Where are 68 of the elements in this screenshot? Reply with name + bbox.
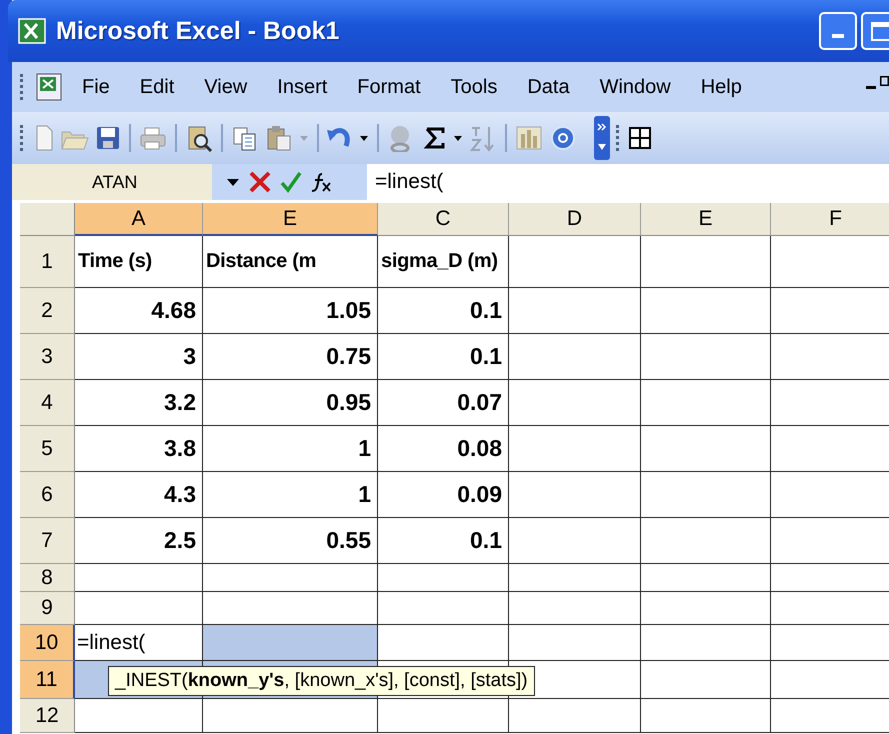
table-cell: 3.2: [75, 380, 203, 426]
column-header[interactable]: D: [509, 203, 641, 236]
restore-icon[interactable]: [880, 76, 889, 86]
column-header[interactable]: E: [203, 203, 378, 236]
column-header[interactable]: F: [771, 203, 889, 236]
row-header[interactable]: 3: [20, 334, 75, 380]
row-header[interactable]: 7: [20, 518, 75, 564]
select-all-button[interactable]: [20, 203, 75, 236]
menu-item[interactable]: Data: [515, 72, 582, 102]
maximize-icon: [870, 20, 889, 42]
row-header[interactable]: 6: [20, 472, 75, 518]
toolbar-options-button[interactable]: [594, 116, 610, 160]
column-header[interactable]: C: [378, 203, 509, 236]
worksheet-icon[interactable]: [34, 72, 64, 102]
maximize-button[interactable]: [861, 12, 889, 50]
minimize-button[interactable]: [819, 12, 857, 50]
row-header[interactable]: 9: [20, 592, 75, 625]
table-cell: 0.75: [203, 334, 378, 380]
minimize-icon[interactable]: [866, 86, 876, 88]
table-cell: 1: [203, 472, 378, 518]
table-cell: 4.68: [75, 288, 203, 334]
table-cell: 0.1: [378, 334, 509, 380]
table-cell: 0.09: [378, 472, 509, 518]
table-cell: 3.8: [75, 426, 203, 472]
save-icon[interactable]: [94, 124, 122, 152]
name-box[interactable]: ATAN: [12, 164, 212, 200]
column-header[interactable]: E: [641, 203, 771, 236]
table-cell: 0.55: [203, 518, 378, 564]
table-cell: Distance (m: [203, 236, 378, 288]
menu-item[interactable]: Insert: [265, 72, 340, 102]
row-header[interactable]: 4: [20, 380, 75, 426]
menu-item[interactable]: Tools: [438, 72, 510, 102]
table-cell: 0.07: [378, 380, 509, 426]
table-cell: 1: [203, 426, 378, 472]
table-cell: 0.1: [378, 518, 509, 564]
window-title: Microsoft Excel - Book1: [56, 16, 340, 46]
minimize-icon: [832, 34, 844, 38]
table-cell: Time (s): [75, 236, 203, 288]
row-header[interactable]: 8: [20, 564, 75, 592]
menu-item[interactable]: View: [192, 72, 260, 102]
table-cell: 0.95: [203, 380, 378, 426]
menu-item[interactable]: Format: [345, 72, 433, 102]
borders-icon[interactable]: [628, 126, 652, 150]
formula-field[interactable]: =linest(: [367, 170, 444, 194]
column-header[interactable]: A: [75, 203, 203, 236]
table-cell: 0.08: [378, 426, 509, 472]
table-cell: sigma_D (m): [378, 236, 509, 288]
spreadsheet-icon: [18, 18, 46, 44]
row-header[interactable]: 5: [20, 426, 75, 472]
row-header[interactable]: 11: [20, 661, 75, 699]
menu-item[interactable]: Fie: [70, 72, 122, 102]
menu-item[interactable]: Help: [688, 72, 754, 102]
row-header[interactable]: 10: [20, 625, 75, 661]
table-cell: 0.1: [378, 288, 509, 334]
row-header[interactable]: 1: [20, 236, 75, 288]
menu-item[interactable]: Window: [588, 72, 683, 102]
function-tooltip: _INEST(known_y's, [known_x's], [const], [stats]): [108, 666, 535, 696]
insert-function-icon[interactable]: [310, 171, 332, 193]
dropdown-icon[interactable]: [226, 177, 240, 187]
row-header[interactable]: 2: [20, 288, 75, 334]
menu-item[interactable]: Edit: [128, 72, 186, 102]
table-cell: 3: [75, 334, 203, 380]
cancel-icon[interactable]: [248, 170, 272, 194]
row-header[interactable]: 12: [20, 699, 75, 733]
table-cell: 4.3: [75, 472, 203, 518]
table-cell: 2.5: [75, 518, 203, 564]
enter-check-icon[interactable]: [280, 170, 302, 194]
table-cell: 1.05: [203, 288, 378, 334]
